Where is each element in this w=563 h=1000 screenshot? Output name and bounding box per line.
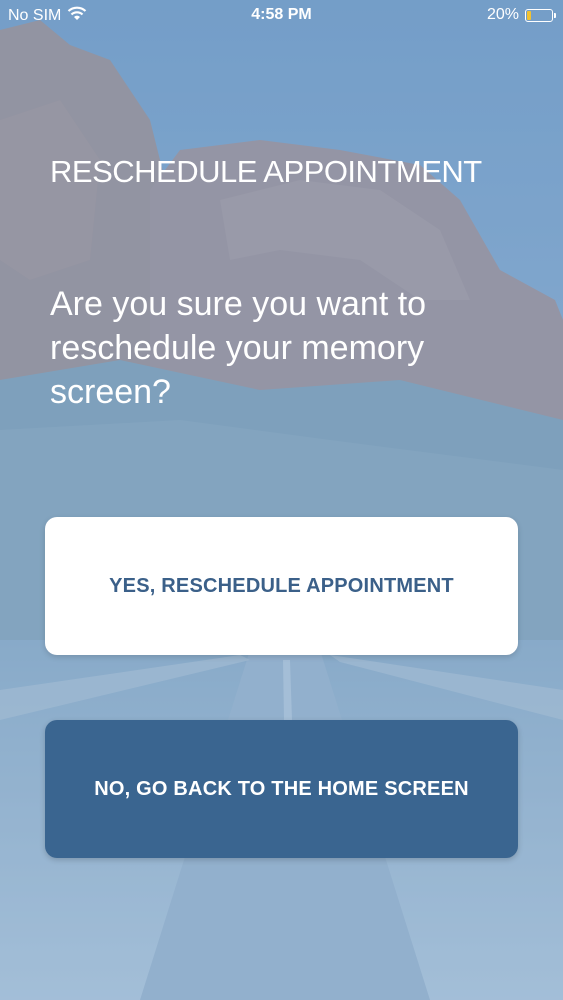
confirm-reschedule-button[interactable]: YES, RESCHEDULE APPOINTMENT (45, 517, 518, 655)
status-bar: No SIM 4:58 PM 20% (0, 0, 563, 30)
back-home-label: NO, GO BACK TO THE HOME SCREEN (94, 777, 469, 800)
status-time: 4:58 PM (251, 6, 312, 23)
confirm-reschedule-label: YES, RESCHEDULE APPOINTMENT (109, 574, 454, 597)
status-right: 20% (486, 6, 556, 24)
confirmation-question: Are you sure you want to reschedule your… (50, 285, 427, 411)
battery-level (527, 10, 532, 20)
back-home-button[interactable]: NO, GO BACK TO THE HOME SCREEN (45, 720, 518, 858)
page-title: RESCHEDULE APPOINTMENT (50, 154, 482, 189)
battery-icon (525, 8, 556, 22)
battery-percent: 20% (486, 6, 519, 23)
